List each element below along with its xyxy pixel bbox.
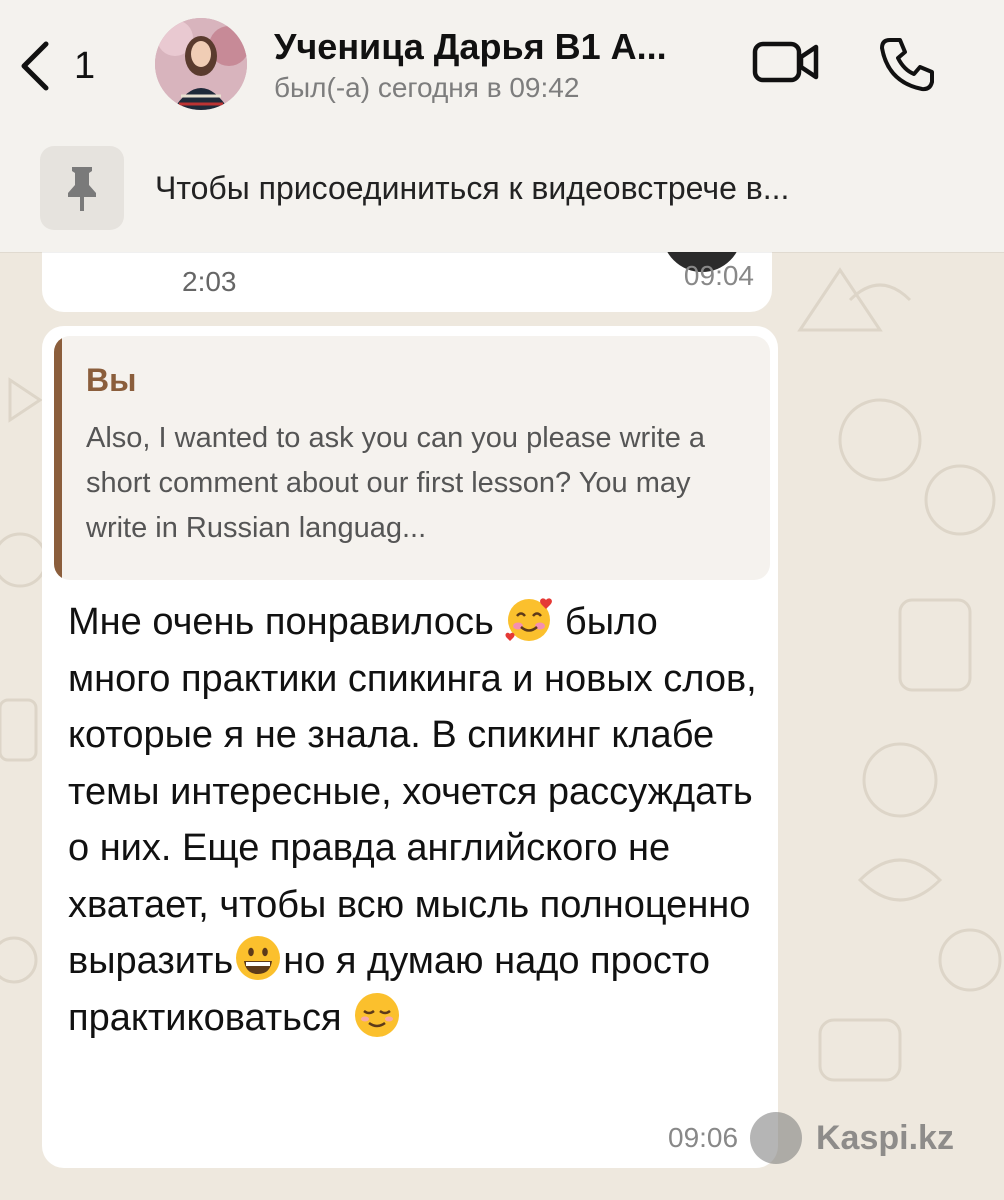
kaspi-watermark: Kaspi.kz [750, 1108, 954, 1168]
message-text-part1: Мне очень понравилось [68, 601, 505, 643]
quoted-message[interactable]: Вы Also, I wanted to ask you can you ple… [54, 336, 770, 580]
pinned-message-bar[interactable]: Чтобы присоединиться к видеовстрече в... [0, 140, 1004, 236]
quote-author: Вы [86, 362, 137, 398]
quote-text: Also, I wanted to ask you can you please… [86, 422, 706, 544]
back-button[interactable]: 1 [18, 38, 108, 94]
back-unread-count: 1 [74, 44, 96, 87]
quote-accent-bar [54, 336, 62, 580]
message-text-part2: было много практики спикинга и новых сло… [68, 601, 757, 982]
relieved-face-icon [355, 992, 400, 1037]
kaspi-logo-icon [750, 1112, 802, 1164]
video-call-button[interactable] [752, 40, 820, 84]
previous-message-duration: 2:03 [182, 266, 237, 297]
avatar[interactable] [155, 18, 247, 110]
pinned-message-text: Чтобы присоединиться к видеовстрече в... [155, 170, 790, 206]
message-bubble[interactable]: Вы Also, I wanted to ask you can you ple… [42, 326, 778, 1168]
message-text: Мне очень понравилось было много практик… [68, 594, 768, 1046]
pin-icon-box [40, 146, 124, 230]
previous-message-time: 09:04 [683, 260, 754, 291]
phone-icon [880, 38, 934, 92]
message-time: 09:06 [668, 1122, 739, 1153]
smiling-face-with-hearts-icon [505, 598, 553, 641]
chat-header: 1 Ученица Дарья В1 А... был(-а) сегодня … [0, 0, 1004, 252]
contact-last-seen: был(-а) сегодня в 09:42 [274, 72, 580, 103]
video-camera-icon [752, 41, 819, 83]
watermark-text: Kaspi.kz [816, 1118, 954, 1157]
grinning-face-icon [236, 936, 281, 980]
voice-call-button[interactable] [878, 36, 936, 92]
chevron-left-icon [21, 41, 49, 91]
contact-name[interactable]: Ученица Дарья В1 А... [274, 26, 714, 68]
pin-icon [68, 167, 96, 211]
